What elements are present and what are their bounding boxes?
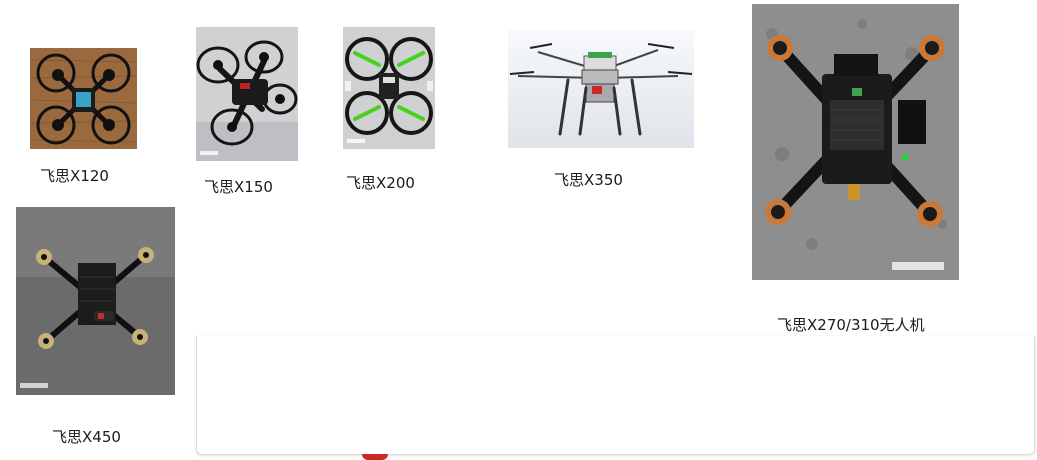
product-photo-x150[interactable] xyxy=(196,27,298,161)
product-caption-x200[interactable]: 飞思X200 xyxy=(346,172,415,193)
product-photo-x270-310[interactable] xyxy=(752,4,959,280)
product-caption-x120[interactable]: 飞思X120 xyxy=(40,165,109,186)
product-caption-x150[interactable]: 飞思X150 xyxy=(204,176,273,197)
drone-x450-photo-icon xyxy=(16,207,175,395)
content-panel xyxy=(196,336,1035,455)
product-photo-x450[interactable] xyxy=(16,207,175,395)
drone-x150-photo-icon xyxy=(196,27,298,161)
product-caption-x270-310[interactable]: 飞思X270/310无人机 xyxy=(777,314,925,335)
product-photo-x200[interactable] xyxy=(343,27,435,149)
drone-x200-photo-icon xyxy=(343,27,435,149)
drone-x270-310-photo-icon xyxy=(752,4,959,280)
product-caption-x450[interactable]: 飞思X450 xyxy=(52,426,121,447)
product-photo-x120[interactable] xyxy=(30,48,137,149)
product-caption-x350[interactable]: 飞思X350 xyxy=(554,169,623,190)
drone-x120-photo-icon xyxy=(30,48,137,149)
product-photo-x350[interactable] xyxy=(508,30,694,148)
drone-x350-render-icon xyxy=(508,30,694,148)
red-badge-edge xyxy=(362,454,388,460)
